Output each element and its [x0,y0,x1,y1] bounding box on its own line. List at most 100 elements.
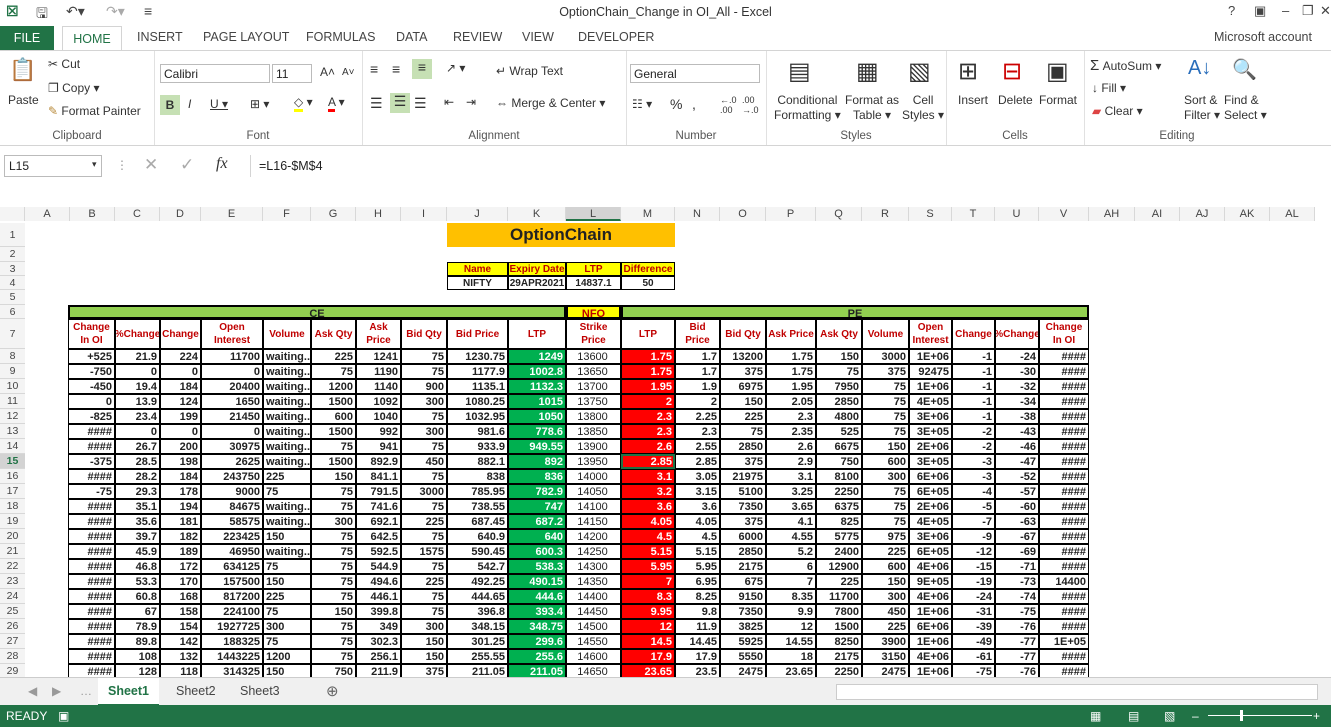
delete-cells-button[interactable]: Delete [998,93,1033,107]
row-header[interactable]: 12 [0,409,25,424]
restore-icon[interactable]: ❐ [1302,3,1314,19]
sort-filter-button[interactable]: Sort & Filter ▾ [1184,93,1220,123]
accounting-icon[interactable]: ☷ ▾ [632,97,652,111]
increase-decimal-icon[interactable]: ←.0.00 [720,95,737,115]
row-header[interactable]: 14 [0,439,25,454]
column-header-l[interactable]: L [566,207,621,221]
format-cells-icon[interactable]: ▣ [1046,57,1069,86]
name-box[interactable]: L15 [4,155,102,177]
column-header-a[interactable]: A [25,207,70,221]
column-header-e[interactable]: E [201,207,263,221]
column-header-g[interactable]: G [311,207,356,221]
find-select-icon[interactable]: 🔍 [1232,57,1257,82]
column-header-t[interactable]: T [952,207,995,221]
align-right-icon[interactable]: ☰ [414,95,427,112]
tab-formulas[interactable]: FORMULAS [306,30,375,44]
normal-view-icon[interactable]: ▦ [1090,705,1101,727]
row-header[interactable]: 10 [0,379,25,394]
column-header-u[interactable]: U [995,207,1039,221]
font-color-icon[interactable]: A ▾ [328,95,345,112]
tab-review[interactable]: REVIEW [453,30,502,44]
wrap-text-button[interactable]: ↵ Wrap Text [496,64,563,78]
bold-icon[interactable]: B [160,95,180,115]
row-header[interactable]: 15 [0,454,25,469]
column-header-k[interactable]: K [508,207,566,221]
column-header-d[interactable]: D [160,207,201,221]
column-header-i[interactable]: I [401,207,447,221]
row-header[interactable]: 3 [0,262,25,276]
align-top-icon[interactable]: ≡ [370,61,378,77]
zoom-slider[interactable] [1208,715,1312,716]
page-break-view-icon[interactable]: ▧ [1164,705,1175,727]
new-sheet-icon[interactable]: ⊕ [326,682,339,700]
minimize-icon[interactable]: – [1282,3,1289,18]
sheet-more-icon[interactable]: … [80,684,92,698]
shrink-font-icon[interactable]: A˅ [342,67,355,78]
column-header-s[interactable]: S [909,207,952,221]
paste-icon[interactable]: 📋 [9,57,36,83]
insert-cells-button[interactable]: Insert [958,93,988,107]
help-icon[interactable]: ? [1228,3,1235,18]
borders-icon[interactable]: ⊞ ▾ [250,97,269,111]
column-header-p[interactable]: P [766,207,816,221]
column-header-h[interactable]: H [356,207,401,221]
align-center-icon[interactable]: ☰ [390,93,410,113]
insert-cells-icon[interactable]: ⊞ [958,57,978,86]
column-header-c[interactable]: C [115,207,160,221]
column-header-q[interactable]: Q [816,207,862,221]
percent-icon[interactable]: % [670,96,682,112]
font-name-select[interactable]: Calibri [160,64,270,83]
horizontal-scrollbar[interactable] [836,684,1318,700]
tab-home[interactable]: HOME [62,26,122,51]
comma-icon[interactable]: , [692,96,696,112]
insert-function-icon[interactable]: fx [216,155,228,173]
row-header[interactable]: 9 [0,364,25,379]
increase-indent-icon[interactable]: ⇥ [466,95,476,109]
row-header[interactable]: 13 [0,424,25,439]
column-header-ak[interactable]: AK [1225,207,1270,221]
find-select-button[interactable]: Find & Select ▾ [1224,93,1267,123]
copy-button[interactable]: ❐ Copy ▾ [48,81,99,95]
align-left-icon[interactable]: ☰ [370,95,383,112]
column-header-ai[interactable]: AI [1135,207,1180,221]
row-header[interactable]: 19 [0,514,25,529]
row-header[interactable]: 5 [0,290,25,305]
sheet-tab-sheet1[interactable]: Sheet1 [98,678,159,706]
row-header[interactable]: 24 [0,589,25,604]
zoom-in-icon[interactable]: + [1313,705,1320,727]
row-header[interactable]: 20 [0,529,25,544]
select-all-corner[interactable] [0,207,25,221]
orientation-icon[interactable]: ↗ ▾ [446,61,465,75]
conditional-formatting-button[interactable]: Conditional Formatting ▾ [774,93,841,123]
align-bottom-icon[interactable]: ≡ [412,59,432,79]
column-header-r[interactable]: R [862,207,909,221]
format-as-table-icon[interactable]: ▦ [856,57,879,86]
row-header[interactable]: 11 [0,394,25,409]
row-header[interactable]: 25 [0,604,25,619]
close-icon[interactable]: ✕ [1320,3,1331,19]
row-header[interactable]: 6 [0,305,25,319]
paste-button[interactable]: Paste [8,93,39,107]
cut-button[interactable]: ✂ Cut [48,57,80,71]
zoom-slider-thumb[interactable] [1240,710,1243,721]
page-layout-view-icon[interactable]: ▤ [1128,705,1139,727]
row-header[interactable]: 7 [0,319,25,349]
prev-sheet-icon[interactable]: ◀ [28,684,37,698]
zoom-out-icon[interactable]: – [1192,705,1199,727]
column-header-m[interactable]: M [621,207,675,221]
cell-styles-icon[interactable]: ▧ [908,57,931,86]
format-painter-button[interactable]: ✎ Format Painter [48,104,141,118]
name-box-dropdown-icon[interactable]: ▾ [92,159,97,170]
row-header[interactable]: 29 [0,664,25,677]
column-header-o[interactable]: O [720,207,766,221]
fill-color-icon[interactable]: ◇ ▾ [294,95,313,112]
account-link[interactable]: Microsoft account [1214,30,1312,44]
row-header[interactable]: 26 [0,619,25,634]
column-header-b[interactable]: B [70,207,115,221]
macro-record-icon[interactable]: ▣ [58,705,69,727]
active-cell[interactable]: 2.85 [621,454,675,469]
row-header[interactable]: 17 [0,484,25,499]
row-header[interactable]: 16 [0,469,25,484]
grow-font-icon[interactable]: A˄ [320,65,335,79]
cell-styles-button[interactable]: Cell Styles ▾ [902,93,944,123]
